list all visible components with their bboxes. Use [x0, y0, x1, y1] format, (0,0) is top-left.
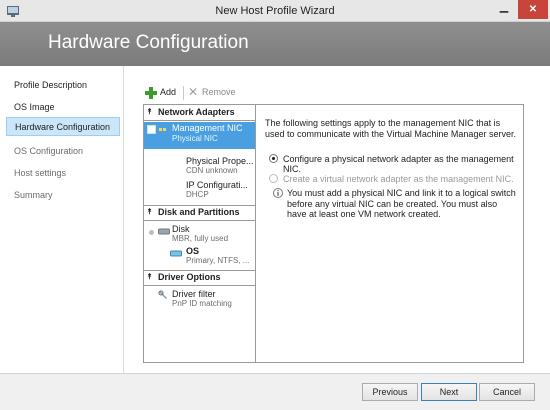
- minimize-button[interactable]: ▁: [492, 0, 516, 19]
- remove-button[interactable]: ✕ Remove: [186, 86, 242, 100]
- remove-icon: ✕: [188, 85, 199, 99]
- collapse-icon: ⯭: [147, 272, 152, 281]
- hardware-tree: ⯭ Network Adapters Management NIC Physic…: [143, 104, 256, 363]
- nav-item-os-configuration[interactable]: OS Configuration: [6, 142, 120, 161]
- group-divider: [144, 220, 255, 221]
- checkbox-icon: [147, 125, 156, 134]
- title-bar: New Host Profile Wizard ▁ ✕: [0, 0, 550, 22]
- option-physical-label[interactable]: Configure a physical network adapter as …: [283, 154, 523, 174]
- info-icon: [273, 188, 283, 198]
- tree-node-os-partition[interactable]: OS Primary, NTFS, ...: [186, 246, 249, 265]
- plus-icon: [145, 87, 157, 99]
- collapse-icon: ⯭: [147, 207, 152, 216]
- disk-icon: [158, 228, 170, 235]
- add-button[interactable]: Add: [143, 86, 181, 100]
- bullet-icon: [149, 230, 154, 235]
- cancel-button[interactable]: Cancel: [479, 383, 535, 401]
- previous-button[interactable]: Previous: [362, 383, 418, 401]
- wizard-footer: Previous Next Cancel: [0, 373, 550, 410]
- tree-node-physical-properties[interactable]: Physical Prope... CDN unknown: [186, 156, 254, 175]
- tree-node-ip-configuration[interactable]: IP Configurati... DHCP: [186, 180, 248, 199]
- radio-physical-adapter[interactable]: [269, 154, 278, 163]
- remove-label: Remove: [202, 87, 236, 97]
- nav-item-host-settings[interactable]: Host settings: [6, 164, 120, 183]
- add-label: Add: [160, 87, 177, 97]
- info-message: You must add a physical NIC and link it …: [287, 188, 516, 219]
- wizard-steps-nav: Profile Description OS Image Hardware Co…: [0, 66, 124, 373]
- toolbar-divider: [183, 86, 184, 100]
- nav-item-profile-description[interactable]: Profile Description: [6, 76, 120, 95]
- group-driver-options[interactable]: ⯭ Driver Options: [144, 271, 255, 284]
- tree-node-label: Management NIC: [172, 123, 243, 133]
- main-content: Add ✕ Remove ⯭ Network Adapters Manageme…: [125, 66, 550, 373]
- close-button[interactable]: ✕: [518, 0, 548, 19]
- intro-text: The following settings apply to the mana…: [265, 118, 516, 139]
- tree-node-driver-filter[interactable]: Driver filter PnP ID matching: [172, 289, 232, 308]
- group-disk-and-partitions[interactable]: ⯭ Disk and Partitions: [144, 206, 255, 219]
- window-title: New Host Profile Wizard: [215, 5, 335, 17]
- page-banner: Hardware Configuration: [0, 22, 550, 66]
- nav-item-summary[interactable]: Summary: [6, 186, 120, 205]
- radio-virtual-adapter[interactable]: [269, 174, 278, 183]
- group-network-adapters[interactable]: ⯭ Network Adapters: [144, 106, 255, 119]
- group-divider: [144, 120, 255, 121]
- tree-node-disk[interactable]: Disk MBR, fully used: [172, 224, 228, 243]
- option-virtual-label[interactable]: Create a virtual network adapter as the …: [283, 174, 514, 184]
- nav-item-hardware-configuration[interactable]: Hardware Configuration: [6, 117, 120, 136]
- network-adapter-icon: [159, 128, 166, 131]
- next-button[interactable]: Next: [421, 383, 477, 401]
- collapse-icon: ⯭: [147, 107, 152, 116]
- driver-filter-icon: [158, 290, 167, 299]
- partition-icon: [170, 250, 182, 257]
- settings-panel: The following settings apply to the mana…: [256, 104, 524, 363]
- tree-node-sublabel: Physical NIC: [172, 134, 218, 143]
- nav-item-os-image[interactable]: OS Image: [6, 98, 120, 117]
- page-title: Hardware Configuration: [48, 32, 249, 53]
- group-divider: [144, 285, 255, 286]
